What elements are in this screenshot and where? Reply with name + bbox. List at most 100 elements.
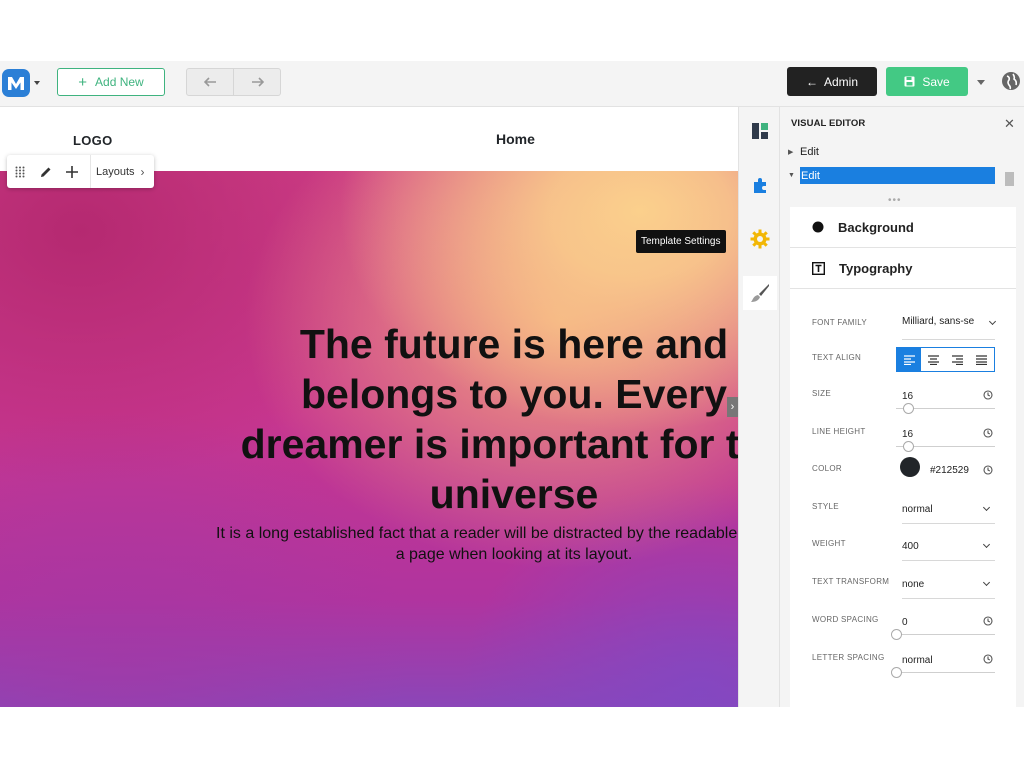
collapse-panel-handle[interactable]: › (727, 397, 738, 417)
line-height-value[interactable]: 16 (902, 429, 995, 440)
size-value[interactable]: 16 (902, 391, 995, 402)
paintbrush-icon (751, 284, 769, 302)
word-spacing-slider[interactable] (891, 629, 995, 640)
layouts-menu[interactable]: Layouts › (90, 155, 145, 188)
letter-spacing-label: LETTER SPACING (812, 653, 885, 662)
tree-item-selected[interactable]: Edit (800, 167, 995, 184)
chevron-down-icon (982, 578, 991, 587)
rail-layers-button[interactable] (743, 114, 777, 148)
align-justify-button[interactable] (970, 348, 994, 371)
chevron-down-icon (982, 540, 991, 549)
hero-paragraph[interactable]: It is a long established fact that a rea… (214, 523, 738, 565)
word-spacing-label: WORD SPACING (812, 615, 879, 624)
font-family-label: FONT FAMILY (812, 318, 868, 327)
reset-history-icon[interactable] (983, 462, 993, 480)
add-element-button[interactable] (59, 155, 85, 188)
align-justify-icon (976, 354, 988, 365)
reset-history-icon[interactable] (983, 613, 993, 631)
reset-history-icon[interactable] (983, 425, 993, 443)
site-logo[interactable]: LOGO (73, 133, 112, 148)
caret-right-icon: ▶ (788, 148, 794, 156)
nav-link-home[interactable]: Home (496, 131, 535, 147)
tree-item-label: Edit (801, 169, 820, 182)
align-right-button[interactable] (946, 348, 970, 371)
color-label: COLOR (812, 464, 842, 473)
line-height-slider[interactable] (896, 441, 995, 452)
chevron-down-icon (34, 81, 40, 85)
rail-settings-button[interactable] (743, 222, 777, 256)
slider-knob[interactable] (891, 667, 902, 678)
undo-button[interactable] (187, 69, 234, 95)
align-center-icon (927, 354, 939, 365)
word-spacing-value[interactable]: 0 (902, 617, 995, 628)
resize-handle[interactable]: ••• (888, 195, 902, 206)
drag-handle[interactable] (7, 155, 33, 188)
color-swatch[interactable] (900, 457, 920, 477)
close-icon[interactable]: ✕ (1004, 116, 1015, 132)
scrollbar-thumb[interactable] (1005, 172, 1014, 186)
hero-section[interactable]: The future is here and belongs to you. E… (0, 171, 738, 707)
caret-down-icon: ▼ (788, 172, 795, 179)
save-label: Save (922, 74, 950, 89)
tree-item[interactable]: ▶ Edit (788, 143, 995, 160)
align-left-button[interactable] (897, 348, 922, 371)
hero-heading[interactable]: The future is here and belongs to you. E… (224, 319, 738, 519)
weight-select[interactable]: 400 (902, 537, 995, 561)
weight-value: 400 (902, 541, 919, 552)
undo-icon (203, 77, 216, 87)
template-settings-tooltip: Template Settings (636, 230, 726, 253)
font-family-select[interactable]: Milliard, sans-se (902, 316, 997, 340)
puzzle-icon (754, 178, 766, 193)
text-align-label: TEXT ALIGN (812, 353, 862, 362)
color-value[interactable]: #212529 (930, 465, 980, 476)
section-typography[interactable]: Typography (790, 248, 1016, 289)
app-logo-icon (2, 69, 30, 97)
drag-grid-icon (15, 166, 25, 177)
slider-knob[interactable] (902, 441, 914, 452)
section-typography-label: Typography (839, 260, 913, 276)
admin-label: Admin (823, 74, 858, 89)
letter-spacing-value[interactable]: normal (902, 655, 995, 666)
floppy-disk-icon (904, 76, 915, 87)
size-slider[interactable] (896, 403, 995, 414)
section-background-label: Background (838, 219, 914, 235)
text-box-icon (812, 261, 825, 275)
style-select[interactable]: normal (902, 500, 995, 524)
chevron-down-icon (982, 503, 991, 512)
section-background[interactable]: Background (790, 207, 1016, 248)
rail-extensions-button[interactable] (743, 168, 777, 202)
rail-style-button[interactable] (743, 276, 777, 310)
tree-item-toggle[interactable]: ▼ (788, 167, 800, 184)
text-transform-value: none (902, 579, 925, 590)
style-value: normal (902, 504, 933, 515)
text-align-group (896, 347, 995, 372)
edit-button[interactable] (33, 155, 59, 188)
page-canvas[interactable]: LOGO Home The future is here and belongs… (0, 107, 738, 707)
slider-knob[interactable] (891, 629, 902, 640)
chevron-down-icon (988, 317, 997, 326)
save-options-dropdown[interactable] (977, 80, 985, 85)
tree-scrollbar[interactable] (1004, 156, 1016, 202)
line-height-label: LINE HEIGHT (812, 427, 866, 436)
font-family-value: Milliard, sans-se (902, 316, 975, 327)
globe-icon[interactable] (1001, 71, 1021, 91)
redo-icon (251, 77, 264, 87)
circle-fill-icon (812, 221, 824, 233)
visual-editor-panel: VISUAL EDITOR ✕ ▶ Edit ▼ Edit ••• Backgr… (780, 107, 1024, 707)
add-new-button[interactable]: + Add New (57, 68, 165, 96)
app-logo-menu[interactable] (2, 69, 42, 97)
reset-history-icon[interactable] (983, 387, 993, 405)
panel-title: VISUAL EDITOR (791, 118, 866, 129)
text-transform-select[interactable]: none (902, 575, 995, 599)
save-button[interactable]: Save (886, 67, 968, 96)
size-label: SIZE (812, 389, 831, 398)
admin-button[interactable]: ← Admin (787, 67, 877, 96)
weight-label: WEIGHT (812, 539, 846, 548)
redo-button[interactable] (234, 69, 280, 95)
letter-spacing-slider[interactable] (891, 667, 995, 678)
undo-redo-group (186, 68, 281, 96)
arrow-left-icon: ← (805, 74, 818, 89)
slider-knob[interactable] (902, 403, 914, 414)
reset-history-icon[interactable] (983, 651, 993, 669)
align-center-button[interactable] (921, 348, 945, 371)
